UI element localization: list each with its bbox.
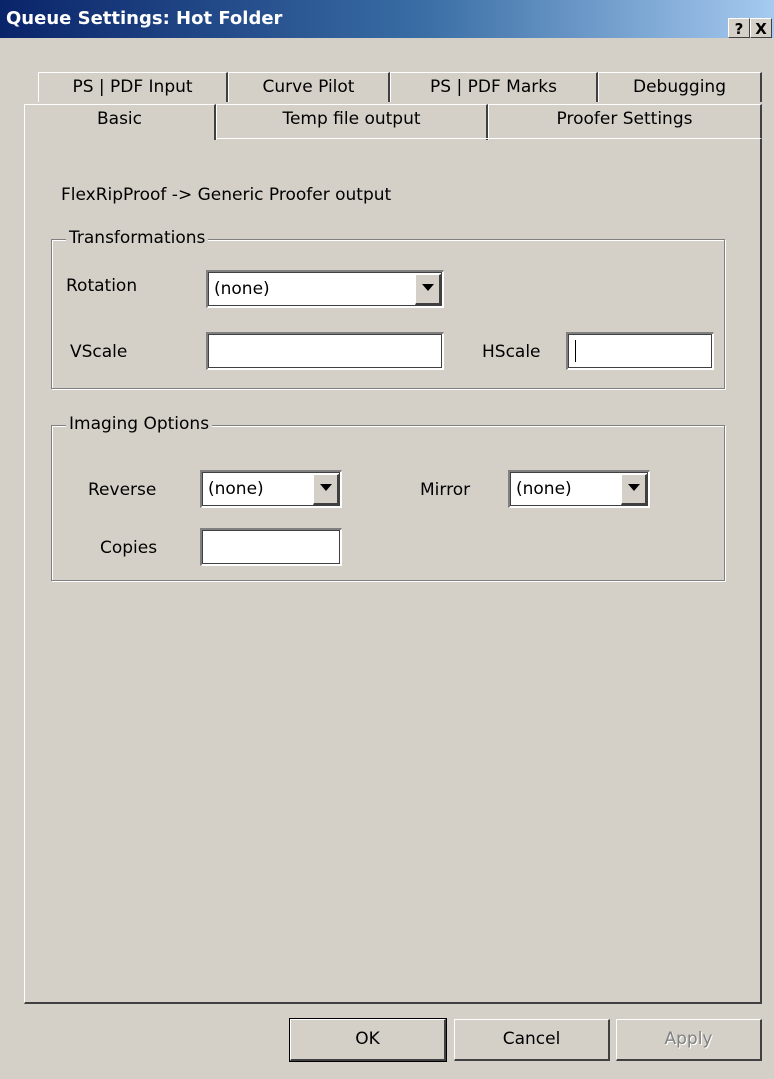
transformations-group: Transformations Rotation (none) VScale H…	[51, 228, 725, 389]
rotation-select[interactable]: (none)	[206, 270, 444, 308]
imaging-options-group: Imaging Options Reverse (none) Mirror (n…	[51, 414, 725, 581]
text-cursor	[575, 340, 576, 362]
apply-button[interactable]: Apply	[616, 1019, 762, 1061]
copies-label: Copies	[100, 538, 158, 558]
reverse-dropdown-button[interactable]	[313, 474, 339, 505]
hscale-label: HScale	[482, 342, 541, 362]
chevron-down-icon	[628, 484, 640, 491]
rotation-label: Rotation	[66, 276, 138, 296]
tab-ps-pdf-input[interactable]: PS | PDF Input	[38, 72, 228, 102]
mirror-dropdown-button[interactable]	[621, 474, 647, 505]
tab-panel: FlexRipProof -> Generic Proofer output T…	[24, 138, 762, 1004]
reverse-label: Reverse	[88, 480, 157, 500]
tab-basic[interactable]: Basic	[24, 104, 216, 140]
reverse-select[interactable]: (none)	[200, 470, 342, 508]
vscale-label: VScale	[70, 342, 128, 362]
hscale-input[interactable]	[566, 332, 714, 370]
tab-debugging[interactable]: Debugging	[598, 72, 762, 102]
tab-temp-file-output[interactable]: Temp file output	[216, 104, 488, 140]
mirror-select[interactable]: (none)	[508, 470, 650, 508]
imaging-options-title: Imaging Options	[66, 414, 213, 434]
ok-button[interactable]: OK	[289, 1018, 447, 1062]
help-button[interactable]: ?	[728, 18, 750, 38]
tab-proofer-settings[interactable]: Proofer Settings	[488, 104, 762, 140]
chevron-down-icon	[320, 484, 332, 491]
transformations-title: Transformations	[66, 228, 209, 248]
chevron-down-icon	[422, 284, 434, 291]
close-button[interactable]: X	[750, 18, 772, 38]
copies-input[interactable]	[200, 528, 342, 566]
tab-ps-pdf-marks[interactable]: PS | PDF Marks	[390, 72, 598, 102]
rotation-dropdown-button[interactable]	[415, 274, 441, 305]
cancel-button[interactable]: Cancel	[454, 1019, 610, 1061]
vscale-input[interactable]	[206, 332, 444, 370]
mirror-label: Mirror	[420, 480, 471, 500]
title-bar: Queue Settings: Hot Folder ? X	[0, 0, 774, 38]
window-title: Queue Settings: Hot Folder	[6, 8, 283, 29]
description-label: FlexRipProof -> Generic Proofer output	[61, 185, 392, 205]
tab-curve-pilot[interactable]: Curve Pilot	[228, 72, 390, 102]
